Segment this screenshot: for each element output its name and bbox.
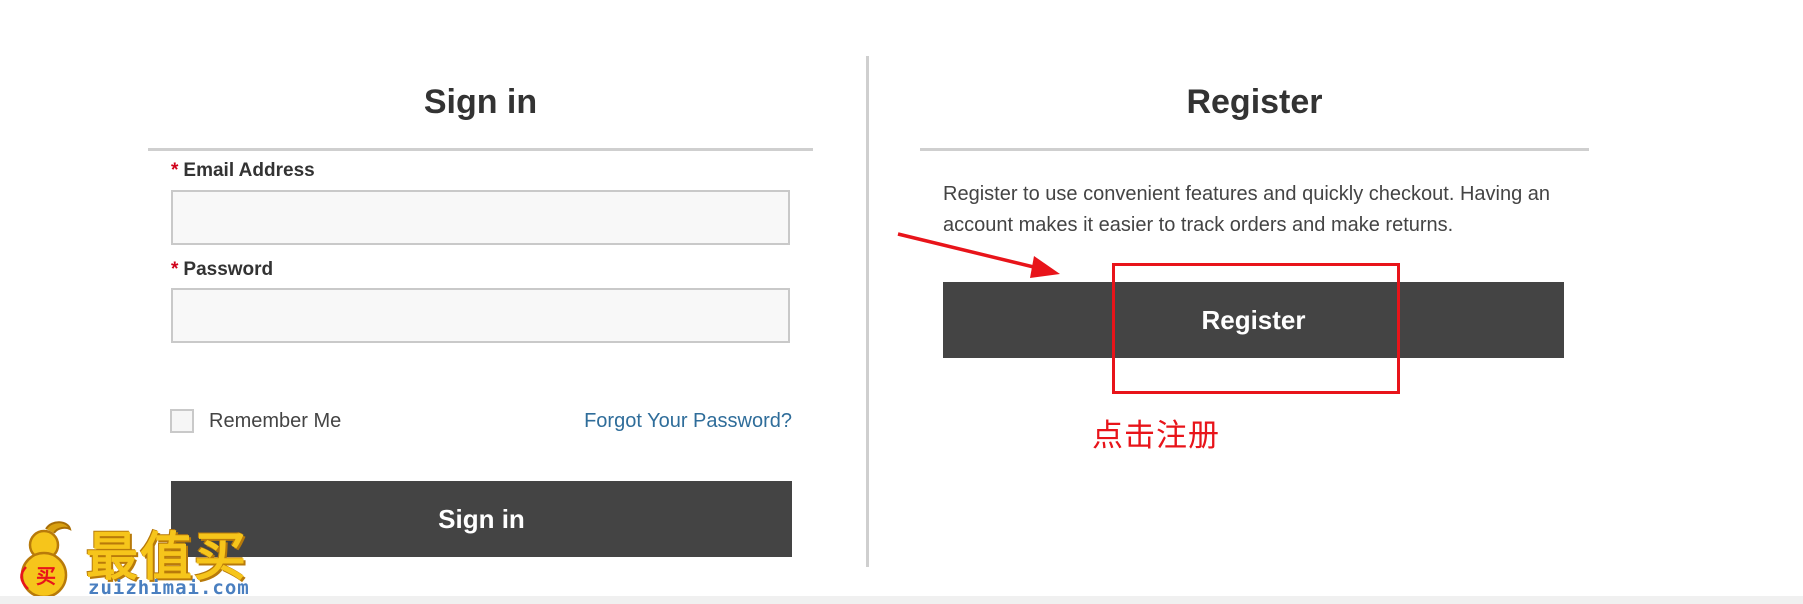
forgot-password-link[interactable]: Forgot Your Password? <box>584 410 792 433</box>
required-marker: * <box>171 259 179 280</box>
register-title-divider <box>920 148 1589 151</box>
column-separator <box>866 56 869 567</box>
register-title: Register <box>1186 83 1323 121</box>
password-label-text: Password <box>183 259 274 280</box>
remember-row: Remember Me Forgot Your Password? <box>170 407 792 437</box>
sign-in-title: Sign in <box>423 83 538 121</box>
email-input[interactable] <box>171 190 790 245</box>
sign-in-title-divider <box>148 148 813 151</box>
gourd-logo-icon: 买 <box>20 521 72 599</box>
sign-in-panel: Sign in * Email Address * Password Remembe… <box>148 56 813 557</box>
annotation-highlight-box <box>1112 263 1400 394</box>
remember-me-label[interactable]: Remember Me <box>209 410 341 433</box>
annotation-text: 点击注册 <box>1092 418 1220 454</box>
required-marker: * <box>171 160 179 181</box>
gourd-char: 买 <box>36 564 56 588</box>
password-label: * Password <box>171 259 273 281</box>
annotation-arrow-icon <box>897 232 1060 278</box>
page-bottom-bar <box>0 596 1803 604</box>
email-label-text: Email Address <box>183 160 315 181</box>
password-input[interactable] <box>171 288 790 343</box>
remember-me-checkbox[interactable] <box>170 409 194 433</box>
watermark-logo: 买 最值买 zuizhimai.com <box>6 515 306 600</box>
register-panel: Register Register to use convenient feat… <box>920 56 1589 358</box>
email-label: * Email Address <box>171 160 315 182</box>
